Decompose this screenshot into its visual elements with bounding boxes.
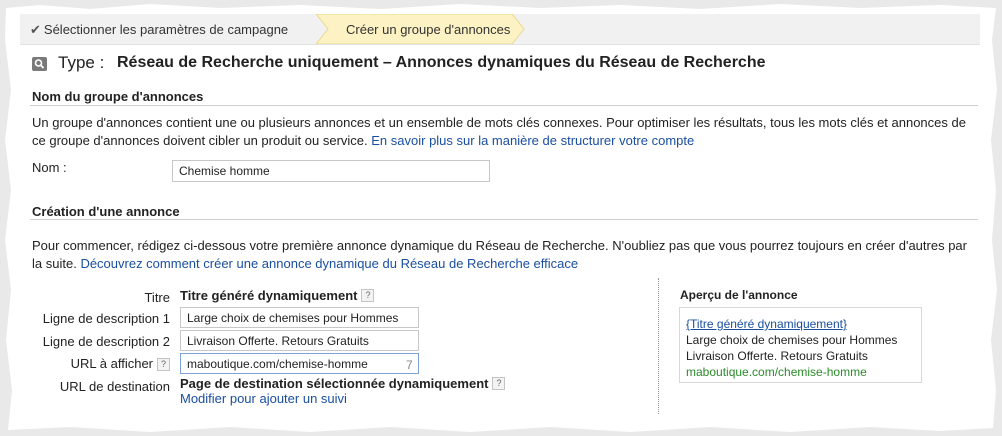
dynamic-title-value: Titre généré dynamiquement (180, 288, 358, 303)
display-url-char-counter: 7 (406, 358, 413, 372)
preview-ad-line2: Livraison Offerte. Retours Gratuits (686, 349, 868, 363)
edit-tracking-link[interactable]: Modifier pour ajouter un suivi (180, 391, 347, 406)
breadcrumb-step2-label: Créer un groupe d'annonces (346, 22, 511, 37)
title-label: Titre (144, 290, 170, 305)
help-icon[interactable]: ? (361, 289, 375, 303)
section-divider (30, 219, 978, 220)
adgroup-description: Un groupe d'annonces contient une ou plu… (32, 114, 972, 150)
learn-dynamic-ad-link[interactable]: Découvrez comment créer une annonce dyna… (80, 256, 578, 271)
destination-url-label: URL de destination (59, 379, 170, 394)
breadcrumb-step1-label: Sélectionner les paramètres de campagne (43, 22, 289, 37)
preview-ad-url: maboutique.com/chemise-homme (686, 365, 867, 379)
description-line2-label: Ligne de description 2 (42, 334, 170, 349)
checkmark-icon: ✔ (30, 22, 41, 37)
breadcrumb-step-campaign-settings[interactable]: ✔ Sélectionner les paramètres de campagne (30, 22, 288, 38)
description-line1-input[interactable] (180, 307, 419, 328)
preview-divider (658, 278, 659, 414)
preview-ad-title: {Titre généré dynamiquement} (686, 317, 847, 331)
description-line2-input[interactable] (180, 330, 419, 351)
display-url-label-row: URL à afficher? (0, 356, 170, 372)
title-dynamic-row: Titre généré dynamiquement? (180, 287, 375, 305)
ad-preview-box: {Titre généré dynamiquement} Large choix… (679, 307, 922, 383)
create-ad-description: Pour commencer, rédigez ci-dessous votre… (32, 237, 972, 273)
adgroup-name-input[interactable] (172, 160, 490, 182)
display-url-input[interactable] (180, 353, 419, 374)
destination-url-value: Page de destination sélectionnée dynamiq… (180, 376, 489, 391)
display-url-label: URL à afficher (70, 356, 153, 371)
help-icon[interactable]: ? (157, 358, 170, 372)
section-divider (30, 105, 978, 106)
ad-preview-heading: Aperçu de l'annonce (680, 288, 798, 302)
type-label: Type : (58, 53, 105, 72)
learn-account-structure-link[interactable]: En savoir plus sur la manière de structu… (371, 133, 694, 148)
search-network-icon (32, 57, 47, 71)
help-icon[interactable]: ? (492, 377, 506, 391)
description-line1-label: Ligne de description 1 (42, 311, 170, 326)
preview-ad-line1: Large choix de chemises pour Hommes (686, 333, 898, 347)
create-ad-section-heading: Création d'une annonce (32, 204, 180, 219)
adgroup-name-label: Nom : (32, 160, 67, 175)
breadcrumb-step-create-adgroup[interactable]: Créer un groupe d'annonces (316, 14, 526, 44)
breadcrumb: ✔ Sélectionner les paramètres de campagne… (20, 14, 980, 45)
adgroup-section-heading: Nom du groupe d'annonces (32, 89, 204, 104)
campaign-type-value: Réseau de Recherche uniquement – Annonce… (117, 54, 766, 71)
